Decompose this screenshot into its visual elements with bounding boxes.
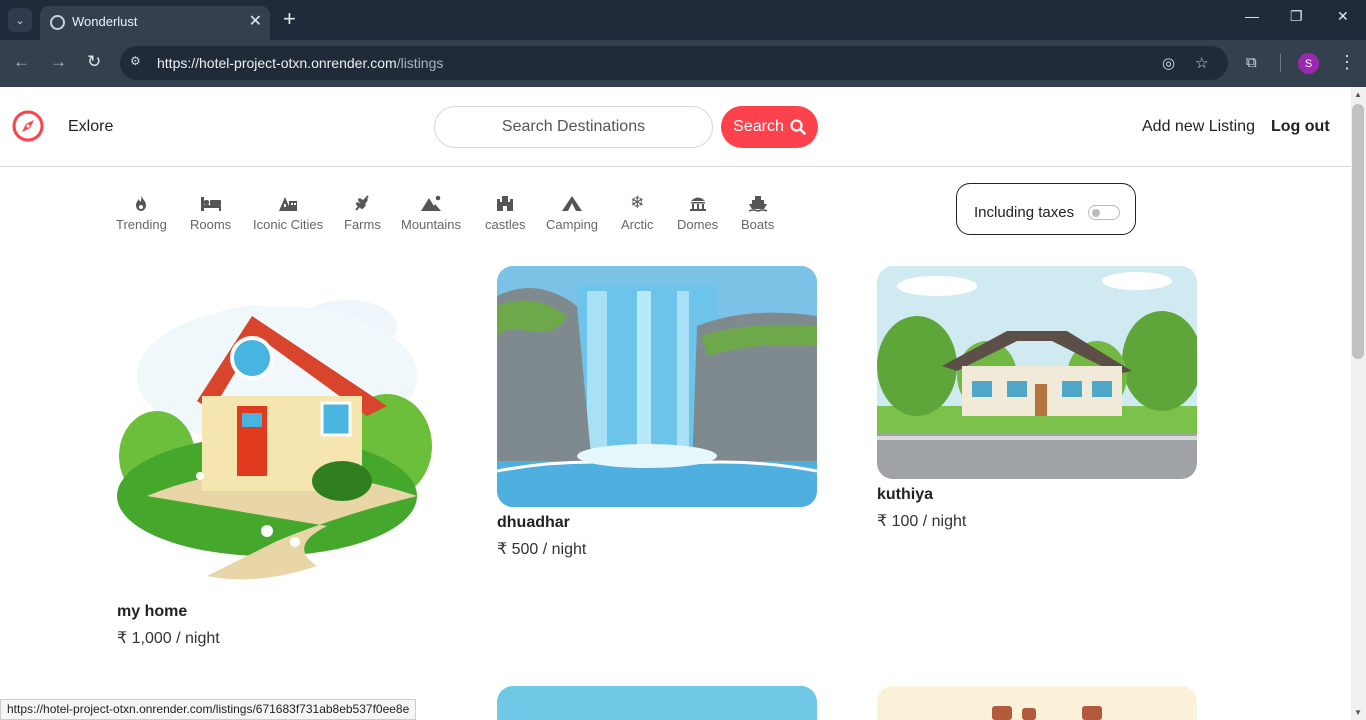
ship-icon xyxy=(748,196,767,212)
listing-price: ₹ 100 / night xyxy=(877,513,967,530)
filter-rooms[interactable]: Rooms xyxy=(190,193,231,232)
filter-label: Mountains xyxy=(401,217,461,232)
compass-icon[interactable] xyxy=(12,110,44,142)
site-info-icon[interactable]: ⚙ xyxy=(130,54,148,72)
scroll-up-icon[interactable]: ▲ xyxy=(1354,90,1362,99)
dome-icon xyxy=(689,197,706,211)
listing-title: kuthiya xyxy=(877,486,934,503)
city-icon xyxy=(279,197,298,211)
profile-avatar[interactable]: S xyxy=(1298,53,1319,74)
logout-link[interactable]: Log out xyxy=(1271,118,1330,136)
listing-image-partial[interactable] xyxy=(497,686,817,720)
filter-label: Rooms xyxy=(190,217,232,232)
scrollbar-thumb[interactable] xyxy=(1352,104,1364,359)
globe-icon xyxy=(50,15,65,30)
search-input[interactable]: Search Destinations xyxy=(434,106,713,148)
filter-camping[interactable]: Camping xyxy=(546,193,598,232)
forward-icon[interactable]: → xyxy=(50,52,67,72)
mountain-icon xyxy=(420,195,441,211)
search-button-label: Search xyxy=(733,118,784,135)
scroll-down-icon[interactable]: ▼ xyxy=(1354,708,1362,717)
listing-price: ₹ 500 / night xyxy=(497,541,587,558)
listing-price: ₹ 1,000 / night xyxy=(117,630,220,647)
toolbar-divider xyxy=(1280,54,1281,72)
add-listing-link[interactable]: Add new Listing xyxy=(1142,118,1255,136)
snowflake-icon: ❄ xyxy=(630,193,645,212)
listing-title: my home xyxy=(117,603,188,620)
filter-label: castles xyxy=(485,217,526,232)
castle-icon xyxy=(497,196,514,211)
filter-label: Iconic Cities xyxy=(253,217,324,232)
listing-image-partial[interactable] xyxy=(877,686,1197,720)
extensions-icon[interactable]: ⧉ xyxy=(1246,54,1257,71)
filter-domes[interactable]: Domes xyxy=(677,193,718,232)
search-icon xyxy=(790,119,806,135)
filter-label: Boats xyxy=(741,217,775,232)
filter-arctic[interactable]: ❄ Arctic xyxy=(621,193,654,232)
url-text: https://hotel-project-otxn.onrender.com/… xyxy=(157,55,444,71)
tax-toggle-switch[interactable] xyxy=(1088,205,1120,220)
listing-card[interactable]: kuthiya ₹ 100 / night xyxy=(877,266,1197,531)
filter-label: Domes xyxy=(677,217,719,232)
browser-tab[interactable]: Wonderlust ✕ xyxy=(40,6,270,40)
browser-toolbar: ← → ↻ ⚙ https://hotel-project-otxn.onren… xyxy=(0,40,1366,87)
bed-icon xyxy=(200,197,221,211)
tax-toggle-container: Including taxes xyxy=(956,183,1136,235)
menu-icon[interactable]: ⋮ xyxy=(1338,52,1356,73)
eye-off-icon[interactable]: ◎ xyxy=(1162,54,1175,72)
address-bar[interactable]: ⚙ https://hotel-project-otxn.onrender.co… xyxy=(120,46,1228,80)
filter-label: Farms xyxy=(344,217,381,232)
star-icon[interactable]: ☆ xyxy=(1195,54,1208,72)
back-icon[interactable]: ← xyxy=(13,52,30,72)
minimize-icon[interactable]: — xyxy=(1245,8,1259,24)
tent-icon xyxy=(562,196,583,211)
filter-label: Trending xyxy=(116,217,167,232)
new-tab-icon[interactable]: + xyxy=(283,7,296,31)
filter-castles[interactable]: castles xyxy=(485,193,525,232)
fire-icon xyxy=(136,195,147,211)
site-navbar: Exlore Search Destinations Search Add ne… xyxy=(0,87,1351,167)
filter-boats[interactable]: Boats xyxy=(741,193,774,232)
filter-label: Camping xyxy=(546,217,599,232)
listing-card[interactable]: dhuadhar ₹ 500 / night xyxy=(497,266,817,559)
filter-mountains[interactable]: Mountains xyxy=(401,193,461,232)
tax-toggle-label: Including taxes xyxy=(974,204,1075,221)
explore-link[interactable]: Exlore xyxy=(68,118,113,136)
page: Exlore Search Destinations Search Add ne… xyxy=(0,87,1351,720)
listing-title: dhuadhar xyxy=(497,514,570,531)
tab-title: Wonderlust xyxy=(72,14,138,29)
listing-image xyxy=(117,266,437,591)
filter-trending[interactable]: Trending xyxy=(116,193,167,232)
listing-image xyxy=(497,266,817,507)
reload-icon[interactable]: ↻ xyxy=(87,52,101,72)
status-bar-url: https://hotel-project-otxn.onrender.com/… xyxy=(0,699,417,720)
toggle-knob xyxy=(1092,209,1100,217)
close-window-icon[interactable]: ✕ xyxy=(1337,8,1349,25)
search-button[interactable]: Search xyxy=(721,106,818,148)
listing-image xyxy=(877,266,1197,479)
restore-icon[interactable]: ❐ xyxy=(1290,8,1303,25)
close-tab-icon[interactable]: ✕ xyxy=(249,11,262,31)
wheat-icon xyxy=(355,195,370,211)
tab-search-button[interactable]: ⌄ xyxy=(8,8,32,32)
listing-card[interactable]: my home ₹ 1,000 / night xyxy=(117,266,437,648)
filter-iconic-cities[interactable]: Iconic Cities xyxy=(253,193,323,232)
filter-farms[interactable]: Farms xyxy=(344,193,381,232)
filter-label: Arctic xyxy=(621,217,654,232)
